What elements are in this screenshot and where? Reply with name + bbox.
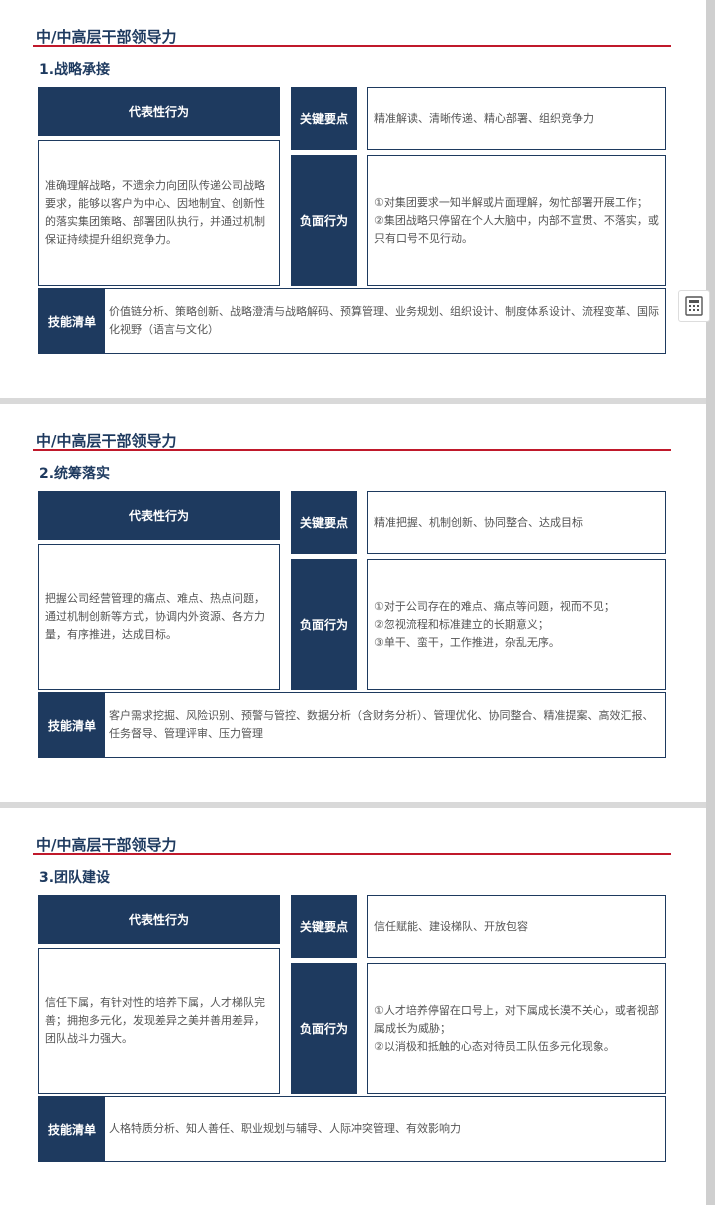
- skill-list-box: 技能清单 客户需求挖掘、风险识别、预警与管控、数据分析（含财务分析）、管理优化、…: [38, 692, 666, 758]
- negative-line: ②以消极和抵触的心态对待员工队伍多元化现象。: [374, 1039, 615, 1053]
- key-points-label: 关键要点: [291, 895, 357, 958]
- key-points-text: 信任赋能、建设梯队、开放包容: [374, 919, 528, 933]
- negative-behavior-text: ①对于公司存在的难点、痛点等问题，视而不见； ②忽视流程和标准建立的长期意义； …: [368, 598, 621, 652]
- section-subtitle: 2.统筹落实: [39, 466, 111, 482]
- key-points-box: 信任赋能、建设梯队、开放包容: [367, 895, 666, 958]
- behavior-text-box: 准确理解战略，不遗余力向团队传递公司战略要求，能够以客户为中心、因地制宜、创新性…: [38, 140, 280, 286]
- skill-list-text: 人格特质分析、知人善任、职业规划与辅导、人际冲突管理、有效影响力: [109, 1122, 461, 1135]
- negative-line: ①对集团要求一知半解或片面理解，匆忙部署开展工作；: [374, 195, 648, 209]
- behavior-header: 代表性行为: [38, 895, 280, 944]
- negative-behavior-text: ①人才培养停留在口号上，对下属成长漠不关心，或者视部属成长为威胁； ②以消极和抵…: [368, 1002, 665, 1056]
- behavior-header: 代表性行为: [38, 87, 280, 136]
- behavior-text-box: 信任下属，有针对性的培养下属，人才梯队完善；拥抱多元化，发现差异之美并善用差异，…: [38, 948, 280, 1094]
- title-rule: [33, 45, 671, 47]
- page-title: 中/中高层干部领导力: [36, 836, 177, 854]
- calculator-icon: [685, 296, 703, 316]
- section-subtitle: 3.团队建设: [39, 870, 111, 886]
- skill-list-box: 技能清单 价值链分析、策略创新、战略澄清与战略解码、预算管理、业务规划、组织设计…: [38, 288, 666, 354]
- behavior-header: 代表性行为: [38, 491, 280, 540]
- scrollbar[interactable]: [706, 0, 715, 1205]
- behavior-text-box: 把握公司经营管理的痛点、难点、热点问题，通过机制创新等方式，协调内外资源、各方力…: [38, 544, 280, 690]
- negative-behavior-label: 负面行为: [291, 155, 357, 286]
- page-1: 中/中高层干部领导力 1.战略承接 代表性行为 准确理解战略，不遗余力向团队传递…: [0, 0, 706, 398]
- negative-line: ②集团战略只停留在个人大脑中，内部不宣贯、不落实，或只有口号不见行动。: [374, 213, 659, 245]
- negative-behavior-box: ①对于公司存在的难点、痛点等问题，视而不见； ②忽视流程和标准建立的长期意义； …: [367, 559, 666, 690]
- key-points-box: 精准把握、机制创新、协同整合、达成目标: [367, 491, 666, 554]
- section-subtitle: 1.战略承接: [39, 62, 111, 78]
- key-points-text: 精准把握、机制创新、协同整合、达成目标: [374, 515, 583, 529]
- skill-list-box: 技能清单 人格特质分析、知人善任、职业规划与辅导、人际冲突管理、有效影响力: [38, 1096, 666, 1162]
- negative-line: ③单干、蛮干，工作推进，杂乱无序。: [374, 635, 560, 649]
- negative-line: ①人才培养停留在口号上，对下属成长漠不关心，或者视部属成长为威胁；: [374, 1003, 659, 1035]
- negative-behavior-box: ①人才培养停留在口号上，对下属成长漠不关心，或者视部属成长为威胁； ②以消极和抵…: [367, 963, 666, 1094]
- title-rule: [33, 449, 671, 451]
- skill-list-label: 技能清单: [39, 693, 105, 757]
- page-3: 中/中高层干部领导力 3.团队建设 代表性行为 信任下属，有针对性的培养下属，人…: [0, 808, 706, 1205]
- negative-behavior-box: ①对集团要求一知半解或片面理解，匆忙部署开展工作； ②集团战略只停留在个人大脑中…: [367, 155, 666, 286]
- page-title: 中/中高层干部领导力: [36, 28, 177, 46]
- behavior-text: 把握公司经营管理的痛点、难点、热点问题，通过机制创新等方式，协调内外资源、各方力…: [45, 592, 265, 641]
- skill-list-label: 技能清单: [39, 1097, 105, 1161]
- key-points-label: 关键要点: [291, 491, 357, 554]
- negative-line: ②忽视流程和标准建立的长期意义；: [374, 617, 549, 631]
- skill-list-label: 技能清单: [39, 289, 105, 353]
- calculator-button[interactable]: [678, 290, 710, 322]
- negative-behavior-label: 负面行为: [291, 963, 357, 1094]
- skill-list-text: 客户需求挖掘、风险识别、预警与管控、数据分析（含财务分析）、管理优化、协同整合、…: [109, 709, 654, 740]
- key-points-label: 关键要点: [291, 87, 357, 150]
- key-points-text: 精准解读、清晰传递、精心部署、组织竞争力: [374, 111, 594, 125]
- behavior-text: 准确理解战略，不遗余力向团队传递公司战略要求，能够以客户为中心、因地制宜、创新性…: [45, 179, 265, 246]
- page-2: 中/中高层干部领导力 2.统筹落实 代表性行为 把握公司经营管理的痛点、难点、热…: [0, 404, 706, 802]
- behavior-text: 信任下属，有针对性的培养下属，人才梯队完善；拥抱多元化，发现差异之美并善用差异，…: [45, 996, 265, 1045]
- page-title: 中/中高层干部领导力: [36, 432, 177, 450]
- key-points-box: 精准解读、清晰传递、精心部署、组织竞争力: [367, 87, 666, 150]
- negative-behavior-label: 负面行为: [291, 559, 357, 690]
- title-rule: [33, 853, 671, 855]
- negative-behavior-text: ①对集团要求一知半解或片面理解，匆忙部署开展工作； ②集团战略只停留在个人大脑中…: [368, 194, 665, 248]
- negative-line: ①对于公司存在的难点、痛点等问题，视而不见；: [374, 599, 615, 613]
- skill-list-text: 价值链分析、策略创新、战略澄清与战略解码、预算管理、业务规划、组织设计、制度体系…: [109, 305, 659, 336]
